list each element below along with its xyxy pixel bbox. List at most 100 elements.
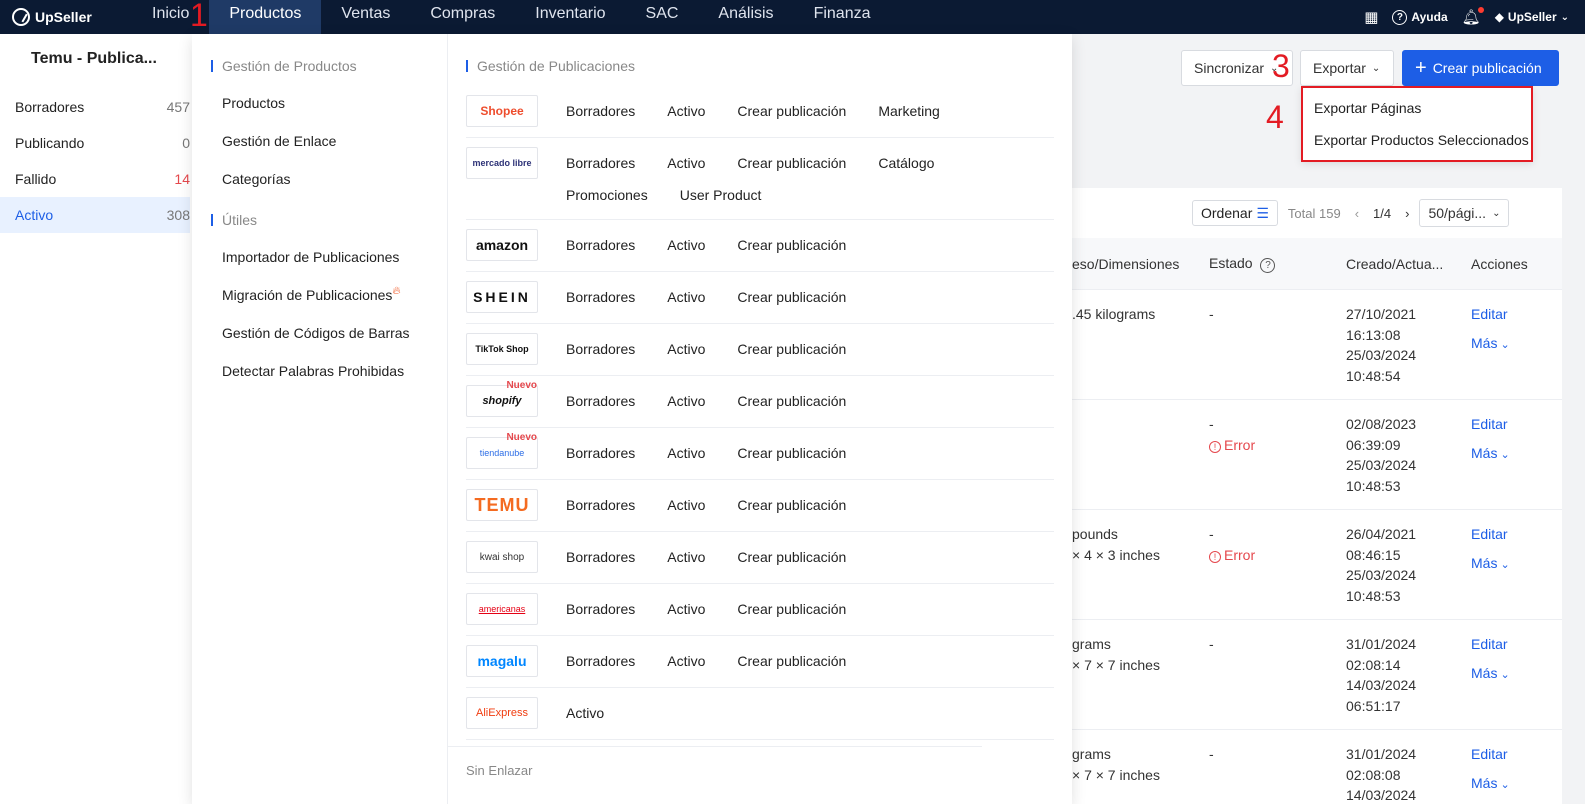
sort-button[interactable]: Ordenar ☰: [1192, 200, 1278, 226]
platform-logo[interactable]: americanas: [466, 593, 538, 625]
nav-sac[interactable]: SAC: [626, 0, 699, 34]
platform-logo[interactable]: mercado libre: [466, 147, 538, 179]
platform-logo[interactable]: shopify Nuevo: [466, 380, 538, 417]
nav-ventas[interactable]: Ventas: [321, 0, 410, 34]
platform-logo[interactable]: tiendanube Nuevo: [466, 432, 538, 469]
edit-link[interactable]: Editar: [1471, 304, 1561, 325]
platform-link[interactable]: Borradores: [566, 541, 635, 573]
sidebar-item-borradores[interactable]: Borradores 457: [0, 89, 190, 125]
platform-link[interactable]: Borradores: [566, 385, 635, 417]
platform-link[interactable]: Crear publicación: [737, 645, 846, 677]
platform-link[interactable]: Activo: [667, 593, 705, 625]
platform-logo[interactable]: Shopee: [466, 95, 538, 127]
export-button[interactable]: Exportar ⌄: [1300, 50, 1394, 86]
platform-links: Borradores Activo Crear publicación: [538, 333, 878, 367]
sidebar-item-publicando[interactable]: Publicando 0: [0, 125, 190, 161]
platform-link[interactable]: Crear publicación: [737, 541, 846, 573]
user-menu[interactable]: ◆ UpSeller ⌄: [1495, 10, 1569, 24]
platform-link[interactable]: Crear publicación: [737, 385, 846, 417]
menu-item-palabras-prohibidas[interactable]: Detectar Palabras Prohibidas: [192, 352, 447, 390]
menu-item-categorias[interactable]: Categorías: [192, 160, 447, 198]
menu-item-codigos-barras[interactable]: Gestión de Códigos de Barras: [192, 314, 447, 352]
platform-link[interactable]: Activo: [667, 437, 705, 469]
section-heading: Útiles: [192, 210, 447, 230]
more-dropdown[interactable]: Más ⌄: [1471, 443, 1561, 466]
platform-link[interactable]: Activo: [667, 333, 705, 365]
prev-page-icon[interactable]: ‹: [1355, 206, 1359, 221]
platform-link[interactable]: Activo: [667, 281, 705, 313]
nav-inventario[interactable]: Inventario: [515, 0, 625, 34]
platform-link[interactable]: Crear publicación: [737, 229, 846, 261]
platform-link[interactable]: Crear publicación: [737, 593, 846, 625]
platform-link[interactable]: Crear publicación: [737, 489, 846, 521]
menu-item-migracion[interactable]: Migración de Publicaciones 🔥︎: [192, 276, 447, 314]
platform-link[interactable]: Crear publicación: [737, 437, 846, 469]
error-status[interactable]: ! Error: [1209, 435, 1346, 456]
platform-logo[interactable]: TikTok Shop: [466, 333, 538, 365]
platform-links: Borradores Activo Crear publicación Catálog…: [538, 147, 1054, 211]
platform-link[interactable]: Borradores: [566, 95, 635, 127]
platform-link[interactable]: Marketing: [878, 95, 939, 127]
platform-link[interactable]: Borradores: [566, 281, 635, 313]
edit-link[interactable]: Editar: [1471, 744, 1561, 765]
platform-link[interactable]: Borradores: [566, 437, 635, 469]
edit-link[interactable]: Editar: [1471, 414, 1561, 435]
help-button[interactable]: ? Ayuda: [1392, 9, 1448, 25]
platform-link[interactable]: Borradores: [566, 333, 635, 365]
platform-logo[interactable]: magalu: [466, 645, 538, 677]
platform-link[interactable]: User Product: [680, 179, 762, 211]
platform-link[interactable]: Activo: [667, 229, 705, 261]
platform-link[interactable]: Borradores: [566, 229, 635, 261]
platform-link[interactable]: Borradores: [566, 147, 635, 179]
platform-link[interactable]: Activo: [566, 697, 604, 729]
platform-logo[interactable]: SHEIN: [466, 281, 538, 313]
menu-item-productos[interactable]: Productos: [192, 84, 447, 122]
more-dropdown[interactable]: Más ⌄: [1471, 773, 1561, 796]
platform-logo[interactable]: AliExpress: [466, 697, 538, 729]
platform-link[interactable]: Activo: [667, 489, 705, 521]
platform-link[interactable]: Crear publicación: [737, 333, 846, 365]
platform-logo[interactable]: amazon: [466, 229, 538, 261]
platform-link[interactable]: Activo: [667, 147, 705, 179]
platform-link[interactable]: Borradores: [566, 489, 635, 521]
sidebar-item-activo[interactable]: Activo 308: [0, 197, 190, 233]
bell-icon[interactable]: 🔔︎: [1462, 7, 1484, 26]
more-dropdown[interactable]: Más ⌄: [1471, 553, 1561, 576]
platform-link[interactable]: Activo: [667, 95, 705, 127]
platform-link[interactable]: Crear publicación: [737, 95, 846, 127]
export-pages-item[interactable]: Exportar Páginas: [1303, 92, 1531, 124]
platform-link[interactable]: Crear publicación: [737, 147, 846, 179]
platform-logo[interactable]: TEMU: [466, 489, 538, 521]
nav-analisis[interactable]: Análisis: [698, 0, 793, 34]
platform-link[interactable]: Activo: [667, 541, 705, 573]
platform-logo[interactable]: kwai shop: [466, 541, 538, 573]
platform-link[interactable]: Catálogo: [878, 147, 934, 179]
platform-link[interactable]: Crear publicación: [737, 281, 846, 313]
app-logo[interactable]: UpSeller: [0, 8, 132, 26]
menu-item-gestion-enlace[interactable]: Gestión de Enlace: [192, 122, 447, 160]
platform-link[interactable]: Borradores: [566, 593, 635, 625]
export-selected-products-item[interactable]: Exportar Productos Seleccionados: [1303, 124, 1531, 156]
nav-finanza[interactable]: Finanza: [794, 0, 891, 34]
platform-link[interactable]: Activo: [667, 645, 705, 677]
menu-item-importador[interactable]: Importador de Publicaciones: [192, 238, 447, 276]
page-size-select[interactable]: 50/pági... ⌄: [1419, 199, 1510, 227]
error-status[interactable]: ! Error: [1209, 545, 1346, 566]
help-icon[interactable]: ?: [1260, 257, 1276, 273]
cell-dimensions: grams × 7 × 7 inches: [1072, 744, 1209, 804]
more-dropdown[interactable]: Más ⌄: [1471, 333, 1561, 356]
date-line: 27/10/2021: [1346, 306, 1417, 322]
more-label: Más: [1471, 444, 1498, 461]
apps-grid-icon[interactable]: ▦: [1364, 8, 1378, 26]
platform-link[interactable]: Activo: [667, 385, 705, 417]
next-page-icon[interactable]: ›: [1405, 206, 1409, 221]
sidebar-item-fallido[interactable]: Fallido 14: [0, 161, 190, 197]
nav-compras[interactable]: Compras: [410, 0, 515, 34]
platform-link[interactable]: Borradores: [566, 645, 635, 677]
nav-productos[interactable]: Productos: [209, 0, 322, 34]
edit-link[interactable]: Editar: [1471, 524, 1561, 545]
platform-link[interactable]: Promociones: [566, 179, 648, 211]
edit-link[interactable]: Editar: [1471, 634, 1561, 655]
more-dropdown[interactable]: Más ⌄: [1471, 663, 1561, 686]
create-listing-button[interactable]: + Crear publicación: [1402, 50, 1559, 86]
